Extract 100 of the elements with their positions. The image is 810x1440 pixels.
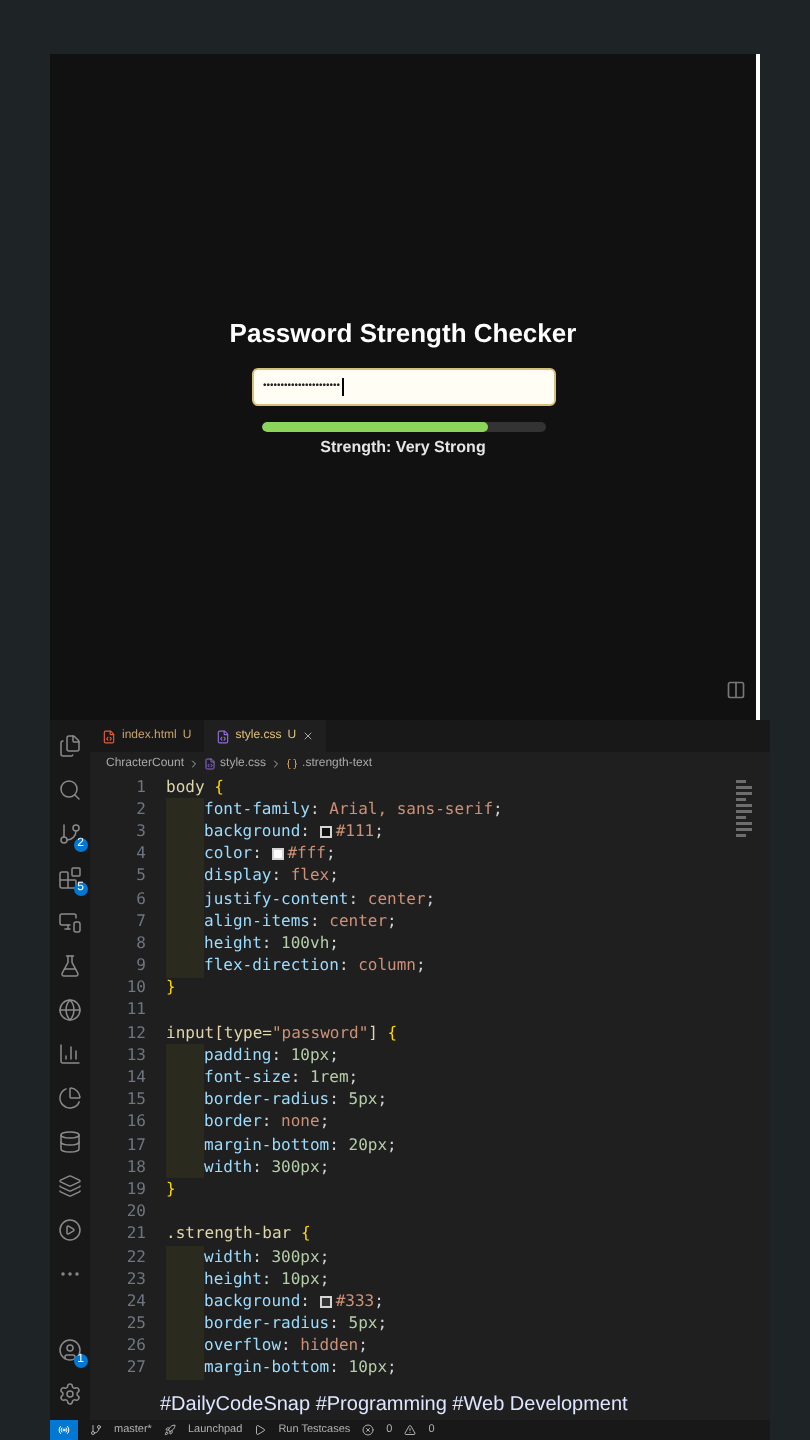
branch-icon[interactable] — [58, 822, 82, 846]
code-token: padding — [204, 1043, 272, 1068]
code-token: : — [252, 1155, 264, 1180]
line-number: 15 — [124, 1088, 148, 1113]
line-number: 13 — [124, 1043, 148, 1068]
code-token: background — [204, 819, 301, 844]
code-token: : — [261, 1267, 274, 1292]
line-number: 23 — [124, 1267, 148, 1292]
file-icon — [215, 729, 230, 743]
line-number: 16 — [124, 1110, 148, 1135]
code-token: : — [261, 931, 274, 956]
code-token: 1rem — [310, 1066, 349, 1091]
code-token: align-items — [204, 909, 310, 934]
code-token: ; — [319, 1245, 330, 1270]
line-number: 26 — [124, 1334, 148, 1359]
code-token: font-family — [204, 797, 310, 822]
code-token: body — [166, 776, 207, 800]
line-number: 17 — [124, 1133, 148, 1158]
files-icon[interactable] — [58, 734, 82, 758]
code-token: ; — [326, 842, 336, 867]
code-token: ] — [368, 1021, 380, 1046]
code-token: 5px — [348, 1088, 378, 1113]
color-swatch[interactable] — [271, 848, 284, 861]
code-token: ; — [329, 864, 339, 889]
code-token: 5px — [348, 1312, 378, 1337]
account-icon[interactable] — [58, 1338, 82, 1362]
code-token: ; — [387, 1356, 397, 1381]
line-number: 20 — [124, 1200, 148, 1225]
line-number: 18 — [124, 1155, 148, 1180]
line-number: 2 — [134, 797, 148, 822]
code-token: ; — [329, 931, 339, 956]
code-token: ; — [387, 1133, 397, 1158]
warning-icon — [404, 1424, 417, 1436]
code-token: : — [300, 1289, 312, 1314]
code-token: : — [309, 797, 322, 822]
search-icon[interactable] — [58, 778, 82, 802]
layers-icon[interactable] — [58, 1174, 82, 1198]
code-token: ; — [358, 1334, 368, 1359]
file-icon — [204, 758, 217, 770]
line-number: 12 — [124, 1021, 148, 1046]
code-token: : — [338, 954, 351, 979]
chevron-icon — [270, 758, 283, 770]
line-number: 27 — [124, 1356, 148, 1381]
code-token: border-radius — [204, 1088, 330, 1113]
blocks-icon[interactable] — [58, 866, 82, 890]
code-token: margin-bottom — [204, 1356, 330, 1381]
code-token: #111 — [335, 819, 375, 844]
code-token: : — [252, 1245, 264, 1270]
code-token: background — [204, 1289, 301, 1314]
code-token: 10px — [281, 1267, 320, 1292]
monitor-icon[interactable] — [58, 910, 82, 934]
code-token: width — [204, 1245, 253, 1270]
code-token: border-radius — [204, 1312, 330, 1337]
line-number: 25 — [124, 1312, 148, 1337]
close-icon[interactable] — [302, 730, 315, 742]
code-token: { — [387, 1021, 398, 1046]
rocket-icon — [163, 1424, 176, 1436]
play-icon[interactable] — [58, 1218, 82, 1242]
code-token: display — [204, 864, 272, 889]
chevron-icon — [188, 758, 201, 770]
code-token: column — [358, 954, 416, 979]
globe-icon[interactable] — [58, 998, 82, 1022]
code-token: 300px — [271, 1245, 320, 1270]
code-token: ; — [348, 1066, 359, 1091]
line-number: 22 — [124, 1245, 148, 1270]
code-token: ; — [319, 1110, 330, 1135]
branch-icon — [90, 1424, 102, 1436]
code-token: border — [204, 1110, 262, 1135]
remote-button[interactable] — [50, 1420, 78, 1440]
code-token: : — [281, 1334, 293, 1359]
code-token: { — [300, 1222, 311, 1247]
database-icon[interactable] — [58, 1130, 82, 1154]
code-token: ; — [387, 909, 397, 934]
color-swatch[interactable] — [319, 825, 332, 838]
code-token: justify-content — [204, 887, 349, 912]
line-number: 7 — [134, 909, 148, 934]
code-token: 10px — [290, 1043, 330, 1068]
code-token: 20px — [348, 1133, 388, 1158]
flask-icon[interactable] — [58, 954, 82, 978]
code-token: ; — [374, 1289, 384, 1314]
code-token: .strength-bar — [166, 1222, 294, 1247]
line-number: 19 — [124, 1177, 148, 1202]
code-token: #333 — [335, 1289, 375, 1314]
play-icon — [254, 1424, 267, 1436]
line-number: 5 — [134, 864, 148, 889]
code-token: : — [271, 1043, 284, 1068]
color-swatch[interactable] — [319, 1295, 332, 1308]
code-token: center — [329, 909, 388, 934]
pie-chart-icon[interactable] — [58, 1086, 82, 1110]
code-token: margin-bottom — [204, 1133, 330, 1158]
file-icon — [102, 729, 116, 743]
code-token: { — [214, 776, 224, 800]
settings-icon[interactable] — [58, 1382, 82, 1406]
bar-chart-icon[interactable] — [58, 1042, 82, 1066]
minimap-drawing — [734, 780, 754, 840]
code-token: font-size — [204, 1066, 291, 1091]
line-number: 21 — [124, 1222, 148, 1247]
panel-icon[interactable] — [726, 680, 746, 700]
code-token: center — [367, 887, 426, 912]
line-number: 6 — [134, 887, 148, 912]
